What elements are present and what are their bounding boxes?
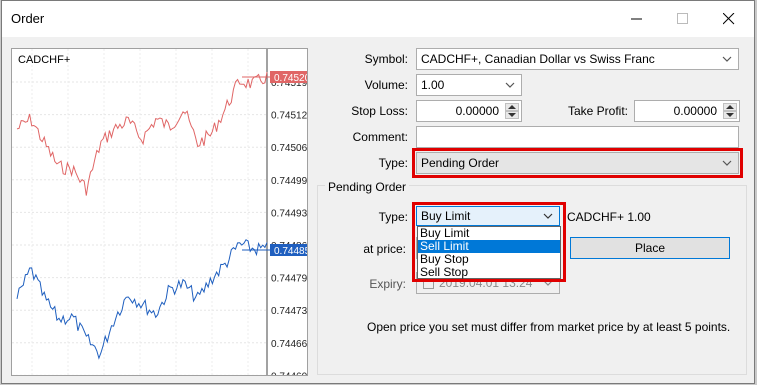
minimize-icon xyxy=(631,18,642,20)
close-button[interactable] xyxy=(706,1,752,35)
ask-price-label: 0.74520 xyxy=(274,73,307,84)
comment-input[interactable] xyxy=(416,126,739,148)
order-window: Order 0.74519 0.74512 0.74506 0.74499 0.7449… xyxy=(1,0,755,384)
maximize-button[interactable] xyxy=(660,1,706,35)
stop-loss-value: 0.00000 xyxy=(455,104,499,118)
comment-label: Comment: xyxy=(352,130,408,144)
volume-label: Volume: xyxy=(364,78,408,92)
price-tick-label: 0.74479 xyxy=(271,274,307,285)
volume-value: 1.00 xyxy=(421,78,445,92)
pending-order-title: Pending Order xyxy=(325,180,410,194)
tick-chart-canvas: 0.745190.745120.745060.744990.744930.744… xyxy=(12,49,307,375)
price-tick-label: 0.74466 xyxy=(271,339,307,350)
stop-loss-up-button[interactable] xyxy=(505,103,519,111)
take-profit-label: Take Profit: xyxy=(567,104,628,118)
price-tick-label: 0.74493 xyxy=(271,208,307,219)
expiry-label: Expiry: xyxy=(369,277,406,291)
stop-loss-field[interactable]: 0.00000 xyxy=(416,100,522,122)
tick-chart: 0.74519 0.74512 0.74506 0.74499 0.74493 0.744… xyxy=(11,48,308,376)
chevron-down-icon xyxy=(505,82,515,88)
order-type-highlight xyxy=(412,148,743,178)
chart-symbol-label: CADCHF+ xyxy=(18,54,70,66)
take-profit-field[interactable]: 0.00000 xyxy=(634,100,740,122)
chevron-down-icon xyxy=(722,56,732,62)
price-distance-note: Open price you set must differ from mark… xyxy=(367,320,731,334)
take-profit-up-button[interactable] xyxy=(723,103,737,111)
pending-type-label: Type: xyxy=(378,210,408,224)
place-button[interactable]: Place xyxy=(570,237,730,259)
volume-select[interactable]: 1.00 xyxy=(416,74,522,96)
stop-loss-label: Stop Loss: xyxy=(351,104,408,118)
price-tick-label: 0.74460 xyxy=(271,371,307,375)
order-type-label: Type: xyxy=(378,156,408,170)
price-tick-label: 0.74499 xyxy=(271,176,307,187)
minimize-button[interactable] xyxy=(614,1,660,35)
stop-loss-down-button[interactable] xyxy=(505,111,519,119)
price-tick-label: 0.74506 xyxy=(271,143,307,154)
window-title: Order xyxy=(11,11,45,26)
bid-price-label: 0.74485 xyxy=(274,246,307,257)
price-tick-label: 0.74473 xyxy=(271,306,307,317)
title-bar: Order xyxy=(2,1,754,37)
close-icon xyxy=(723,13,735,25)
symbol-value: CADCHF+, Canadian Dollar vs Swiss Franc xyxy=(421,52,655,66)
symbol-label: Symbol: xyxy=(364,52,408,66)
pending-type-highlight xyxy=(412,202,566,282)
pending-summary: CADCHF+ 1.00 xyxy=(567,210,651,224)
maximize-icon xyxy=(677,13,688,24)
price-tick-label: 0.74512 xyxy=(271,111,307,122)
symbol-select[interactable]: CADCHF+, Canadian Dollar vs Swiss Franc xyxy=(416,48,739,70)
take-profit-value: 0.00000 xyxy=(673,104,717,118)
take-profit-down-button[interactable] xyxy=(723,111,737,119)
at-price-label: at price: xyxy=(363,242,406,256)
